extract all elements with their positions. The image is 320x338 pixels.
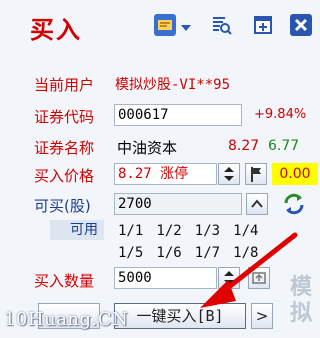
security-name-label: 证券名称 bbox=[34, 139, 95, 157]
refresh-icon[interactable] bbox=[282, 192, 306, 216]
buy-quantity-label: 买入数量 bbox=[34, 272, 95, 290]
price-extra-value: 0.00 bbox=[272, 163, 318, 185]
price-spinner[interactable] bbox=[218, 163, 240, 185]
window-title: 买入 bbox=[30, 15, 82, 44]
fraction-1-6[interactable]: 1/6 bbox=[156, 245, 181, 261]
tag-icon[interactable] bbox=[154, 14, 176, 36]
close-icon[interactable] bbox=[290, 14, 312, 36]
security-code-label: 证券代码 bbox=[34, 108, 95, 126]
buyable-shares-value: 2700 bbox=[114, 193, 242, 215]
annotation-arrow bbox=[200, 232, 298, 308]
new-window-icon[interactable] bbox=[252, 14, 274, 36]
buy-price-input[interactable]: 8.27 涨停 bbox=[114, 163, 217, 185]
flag-icon[interactable] bbox=[245, 163, 267, 185]
limit-up-price: 8.27 bbox=[228, 138, 260, 154]
buyable-shares-label: 可买(股) bbox=[34, 197, 91, 215]
current-user-value: 模拟炒股-VI**95 bbox=[115, 77, 231, 93]
fraction-1-5[interactable]: 1/5 bbox=[118, 245, 143, 261]
chevron-up-icon[interactable] bbox=[246, 193, 268, 215]
change-percent: +9.84% bbox=[254, 107, 307, 122]
limit-down-price: 6.77 bbox=[268, 138, 300, 154]
site-watermark: 10Huang.CN bbox=[4, 309, 129, 330]
fraction-1-1[interactable]: 1/1 bbox=[118, 223, 143, 239]
buy-price-label: 买入价格 bbox=[34, 167, 95, 185]
list-search-icon[interactable] bbox=[210, 14, 232, 36]
security-code-input[interactable]: 000617 bbox=[114, 104, 242, 126]
available-label: 可用 bbox=[50, 220, 104, 240]
security-name-value: 中油资本 bbox=[117, 139, 178, 157]
current-user-label: 当前用户 bbox=[34, 76, 95, 94]
fraction-1-2[interactable]: 1/2 bbox=[156, 223, 181, 239]
dropdown-icon[interactable] bbox=[180, 19, 192, 31]
